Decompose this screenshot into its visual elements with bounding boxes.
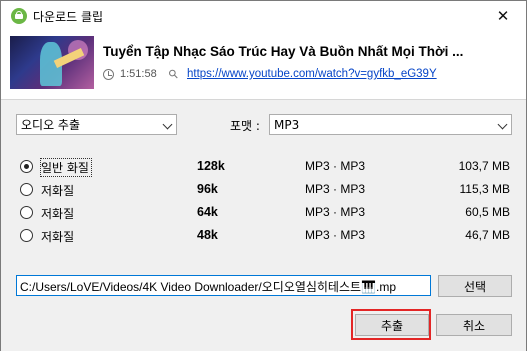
video-duration: 1:51:58 bbox=[120, 68, 157, 80]
chevron-down-icon bbox=[162, 119, 173, 130]
extract-button[interactable]: 추출 bbox=[355, 314, 429, 336]
quality-radio[interactable] bbox=[20, 206, 33, 219]
quality-bitrate: 48k bbox=[197, 228, 218, 242]
quality-bitrate: 64k bbox=[197, 205, 218, 219]
title-bar[interactable]: 다운로드 클립 ✕ bbox=[1, 1, 526, 31]
video-url-link[interactable]: https://www.youtube.com/watch?v=gyfkb_eG… bbox=[187, 68, 437, 80]
quality-format: MP3 · MP3 bbox=[305, 159, 366, 173]
cancel-button[interactable]: 취소 bbox=[436, 314, 512, 336]
window-title: 다운로드 클립 bbox=[33, 10, 104, 24]
quality-option-row[interactable]: 일반 화질 128k MP3 · MP3 103,7 MB bbox=[1, 156, 526, 177]
mode-dropdown[interactable]: 오디오 추출 bbox=[16, 114, 177, 135]
quality-format: MP3 · MP3 bbox=[305, 228, 366, 242]
video-info: Tuyển Tập Nhạc Sáo Trúc Hay Và Buồn Nhất… bbox=[1, 31, 526, 99]
format-dropdown-value: MP3 bbox=[274, 117, 300, 132]
quality-option-row[interactable]: 저화질 48k MP3 · MP3 46,7 MB bbox=[1, 225, 526, 245]
quality-size: 60,5 MB bbox=[465, 205, 510, 219]
quality-label: 저화질 bbox=[41, 230, 75, 244]
quality-bitrate: 96k bbox=[197, 182, 218, 196]
quality-size: 46,7 MB bbox=[465, 228, 510, 242]
quality-option-row[interactable]: 저화질 96k MP3 · MP3 115,3 MB bbox=[1, 179, 526, 199]
quality-radio[interactable] bbox=[20, 229, 33, 242]
video-thumbnail bbox=[10, 36, 94, 89]
format-label: 포맷 : bbox=[230, 119, 260, 133]
chevron-down-icon bbox=[497, 119, 508, 130]
quality-radio[interactable] bbox=[20, 183, 33, 196]
quality-size: 103,7 MB bbox=[458, 159, 510, 173]
quality-option-row[interactable]: 저화질 64k MP3 · MP3 60,5 MB bbox=[1, 202, 526, 222]
quality-bitrate: 128k bbox=[197, 159, 225, 173]
close-button[interactable]: ✕ bbox=[480, 1, 526, 31]
link-icon: ⚲ bbox=[165, 65, 182, 83]
video-title: Tuyển Tập Nhạc Sáo Trúc Hay Và Buồn Nhất… bbox=[103, 44, 464, 59]
quality-label: 저화질 bbox=[41, 207, 75, 221]
clock-icon bbox=[103, 69, 114, 80]
quality-format: MP3 · MP3 bbox=[305, 182, 366, 196]
quality-radio[interactable] bbox=[20, 160, 33, 173]
app-lock-icon bbox=[11, 8, 27, 24]
browse-button[interactable]: 선택 bbox=[438, 275, 512, 297]
output-path-field[interactable]: C:/Users/LoVE/Videos/4K Video Downloader… bbox=[16, 275, 431, 296]
quality-size: 115,3 MB bbox=[459, 182, 510, 196]
mode-dropdown-value: 오디오 추출 bbox=[21, 118, 81, 132]
format-dropdown[interactable]: MP3 bbox=[269, 114, 512, 135]
quality-label: 저화질 bbox=[41, 184, 75, 198]
quality-format: MP3 · MP3 bbox=[305, 205, 366, 219]
download-clip-dialog: 다운로드 클립 ✕ Tuyển Tập Nhạc Sáo Trúc Hay Và… bbox=[0, 0, 527, 351]
options-panel: 오디오 추출 포맷 : MP3 일반 화질 128k MP3 · MP3 103… bbox=[1, 99, 526, 351]
quality-label: 일반 화질 bbox=[40, 158, 92, 177]
